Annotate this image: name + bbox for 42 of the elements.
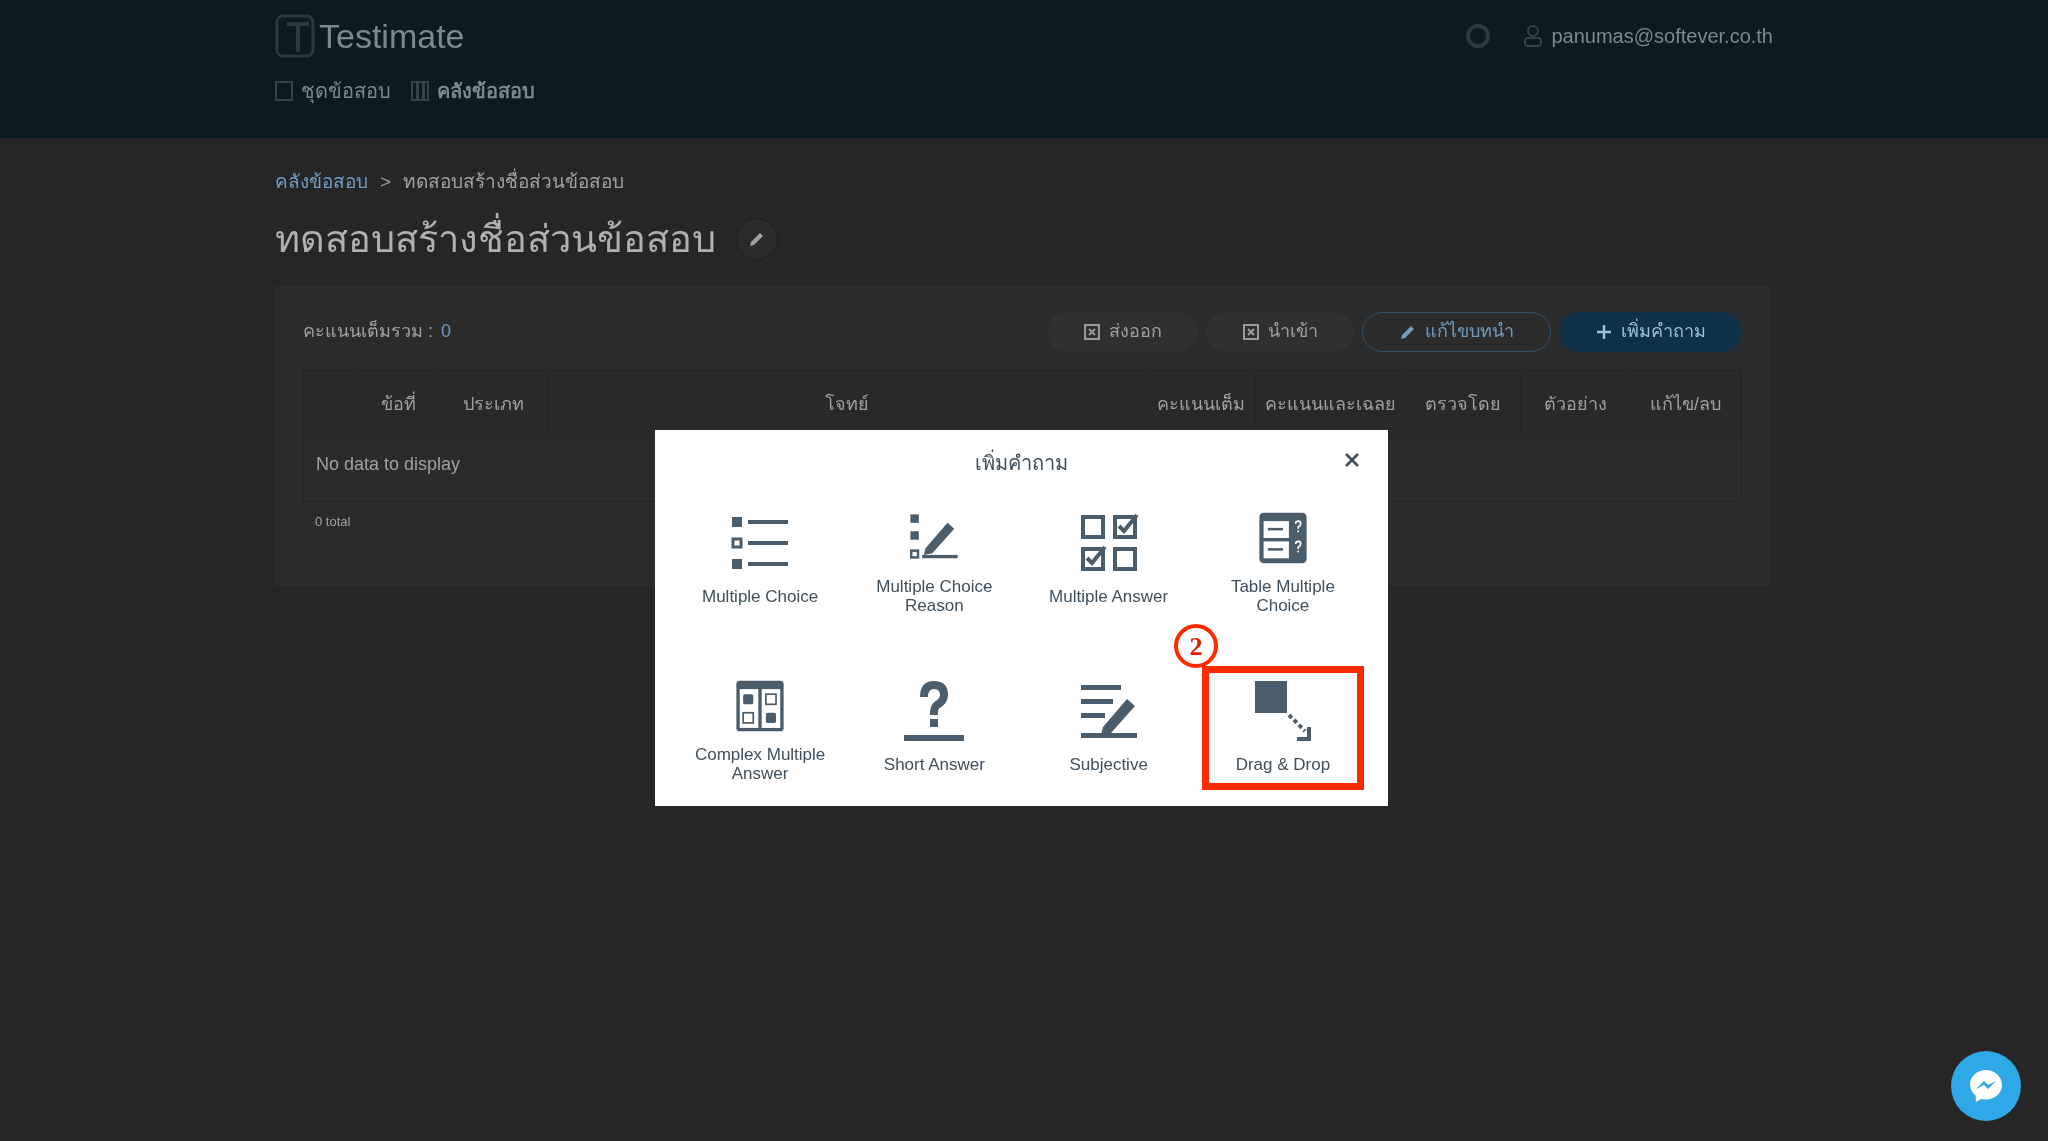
export-button[interactable]: ส่งออก xyxy=(1047,311,1198,352)
pencil-icon xyxy=(748,230,766,248)
column-header: คะแนนเต็ม xyxy=(1156,393,1245,416)
close-icon xyxy=(1344,452,1360,468)
breadcrumb-current: ทดสอบสร้างชื่อส่วนข้อสอบ xyxy=(403,168,625,197)
breadcrumb-link[interactable]: คลังข้อสอบ xyxy=(275,168,368,197)
plus-icon xyxy=(1595,322,1613,341)
user-email[interactable]: panumas@softever.co.th xyxy=(1551,21,1773,51)
question-type-option[interactable]: Multiple Choice Reason xyxy=(853,498,1016,622)
total-score-value: 0 xyxy=(441,320,452,343)
question-type-option[interactable]: Subjective xyxy=(1027,666,1190,790)
logo-text: Testimate xyxy=(319,15,465,57)
column-header: แก้ไข/ลบ xyxy=(1650,393,1721,416)
question-type-option[interactable]: Drag & Drop xyxy=(1201,666,1364,790)
column-header: ประเภท xyxy=(463,393,524,416)
page-title: ทดสอบสร้างชื่อส่วนข้อสอบ xyxy=(275,210,716,268)
column-header: คะแนนและเฉลย xyxy=(1265,393,1396,416)
breadcrumb-separator: > xyxy=(380,170,392,194)
spinner-icon xyxy=(1465,23,1492,49)
step-number-badge: 2 xyxy=(1174,624,1218,668)
column-header: ข้อที่ xyxy=(381,393,416,416)
nav-link[interactable]: ชุดข้อสอบ xyxy=(275,76,391,106)
total-count: 0 total xyxy=(314,512,352,531)
column-header: ตัวอย่าง xyxy=(1544,393,1607,416)
nav-link[interactable]: คลังข้อสอบ xyxy=(411,76,535,106)
add-question-button[interactable]: เพิ่มคำถาม xyxy=(1559,311,1742,352)
user-icon xyxy=(1523,25,1544,47)
edit-title-button[interactable] xyxy=(736,218,778,260)
column-header: โจทย์ xyxy=(825,393,869,416)
logo-icon xyxy=(275,14,315,58)
dialog-title: เพิ่มคำถาม xyxy=(975,448,1068,478)
total-score-label: คะแนนเต็มรวม : xyxy=(303,319,433,343)
question-type-option[interactable]: Multiple Choice xyxy=(679,498,842,622)
question-mark-icon xyxy=(902,679,967,743)
column-header: ตรวจโดย xyxy=(1425,393,1501,416)
import-button[interactable]: นำเข้า xyxy=(1206,311,1354,352)
books-icon xyxy=(411,81,429,101)
question-type-option[interactable]: Table Multiple Choice xyxy=(1201,498,1364,622)
question-type-option[interactable]: Short Answer xyxy=(853,666,1016,790)
question-type-option[interactable]: Multiple Answer xyxy=(1027,498,1190,622)
question-type-option[interactable]: Complex Multiple Answer xyxy=(679,666,842,790)
empty-message: No data to display xyxy=(316,453,461,474)
